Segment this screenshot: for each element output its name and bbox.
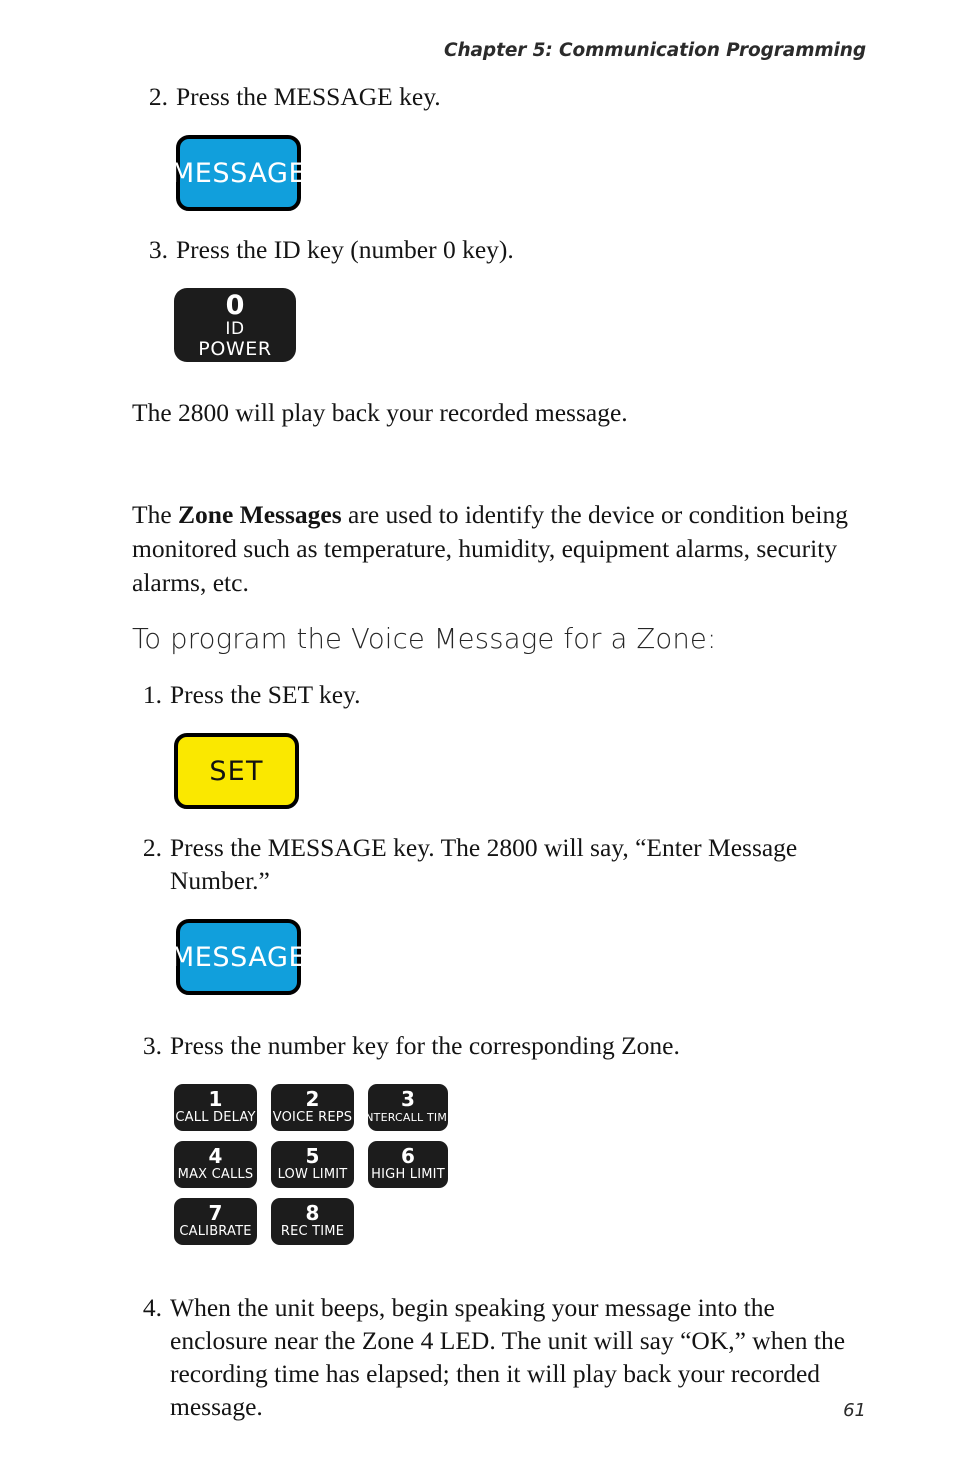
step-number: 1.	[142, 680, 162, 709]
zone-messages-term: Zone Messages	[178, 500, 342, 529]
step-number: 2.	[142, 833, 162, 862]
keypad-row: 7 CALIBRATE 8 REC TIME	[174, 1198, 872, 1245]
zero-key-label-power: POWER	[198, 337, 272, 360]
step-bottom-4: 4. When the unit beeps, begin speaking y…	[136, 1291, 872, 1423]
step-bottom-1: 1. Press the SET key.	[136, 678, 872, 711]
step-text: When the unit beeps, begin speaking your…	[170, 1293, 846, 1421]
number-key-digit: 1	[208, 1087, 223, 1111]
document-page: Chapter 5: Communication Programming 2. …	[0, 0, 954, 1475]
number-key-digit: 5	[305, 1144, 320, 1168]
step-bottom-2: 2. Press the MESSAGE key. The 2800 will …	[136, 831, 872, 897]
number-key-digit: 4	[208, 1144, 223, 1168]
page-content: 2. Press the MESSAGE key. MESSAGE 3. Pre…	[132, 80, 872, 1423]
playback-paragraph: The 2800 will play back your recorded me…	[132, 398, 628, 427]
keypad-row: 4 MAX CALLS 5 LOW LIMIT 6 HIGH LIMIT	[174, 1141, 872, 1188]
section-heading: To program the Voice Message for a Zone:	[132, 623, 717, 655]
number-key-digit: 2	[305, 1087, 320, 1111]
zone-messages-paragraph: The Zone Messages are used to identify t…	[132, 498, 872, 600]
number-key-label: MAX CALLS	[177, 1167, 254, 1182]
step-text: Press the ID key (number 0 key).	[176, 235, 514, 264]
set-key[interactable]: SET	[174, 733, 299, 809]
step-text: Press the MESSAGE key.	[176, 82, 441, 111]
step-number: 3.	[148, 235, 168, 264]
number-key-digit: 6	[401, 1144, 415, 1168]
number-key-digit: 3	[401, 1087, 415, 1111]
message-key-label: MESSAGE	[170, 941, 307, 973]
message-key-row-2: MESSAGE	[132, 919, 872, 995]
number-key-1[interactable]: 1 CALL DELAY	[174, 1084, 257, 1131]
number-key-label: CALIBRATE	[179, 1224, 252, 1239]
zero-key-label-id: ID	[225, 318, 245, 339]
number-key-3[interactable]: 3 INTERCALL TIME	[362, 1084, 454, 1131]
step-number: 2.	[148, 82, 168, 111]
set-key-label: SET	[209, 755, 264, 787]
step-number: 4.	[142, 1293, 162, 1322]
number-key-5[interactable]: 5 LOW LIMIT	[271, 1141, 354, 1188]
zero-key-row: 0 ID POWER	[132, 288, 872, 362]
step-top-3: 3. Press the ID key (number 0 key).	[142, 233, 872, 266]
number-key-label: HIGH LIMIT	[371, 1167, 445, 1182]
number-key-7[interactable]: 7 CALIBRATE	[174, 1198, 257, 1245]
number-key-label: REC TIME	[280, 1224, 345, 1239]
zero-key-digit: 0	[225, 289, 245, 321]
number-key-8[interactable]: 8 REC TIME	[271, 1198, 354, 1245]
number-key-4[interactable]: 4 MAX CALLS	[174, 1141, 257, 1188]
message-key[interactable]: MESSAGE	[171, 135, 306, 211]
step-number: 3.	[142, 1031, 162, 1060]
number-key-digit: 7	[208, 1201, 223, 1225]
message-key-label: MESSAGE	[170, 157, 307, 189]
number-key-6[interactable]: 6 HIGH LIMIT	[368, 1141, 448, 1188]
number-key-label: LOW LIMIT	[277, 1167, 348, 1182]
step-text: Press the SET key.	[170, 680, 361, 709]
step-top-2: 2. Press the MESSAGE key.	[142, 80, 872, 113]
step-bottom-3: 3. Press the number key for the correspo…	[136, 1029, 872, 1062]
page-number: 61	[843, 1400, 866, 1421]
keypad-row: 1 CALL DELAY 2 VOICE REPS 3 INTERCALL TI…	[174, 1084, 872, 1131]
number-key-2[interactable]: 2 VOICE REPS	[271, 1084, 354, 1131]
message-key[interactable]: MESSAGE	[171, 919, 306, 995]
step-text: Press the MESSAGE key. The 2800 will say…	[170, 833, 798, 895]
message-key-row-1: MESSAGE	[132, 135, 872, 211]
number-key-label: CALL DELAY	[175, 1110, 256, 1125]
zone-messages-lead: The	[132, 500, 179, 529]
number-key-digit: 8	[305, 1201, 320, 1225]
set-key-row: SET	[132, 733, 872, 809]
running-header: Chapter 5: Communication Programming	[444, 40, 866, 61]
number-key-label: INTERCALL TIME	[361, 1111, 455, 1124]
number-key-label: VOICE REPS	[272, 1110, 353, 1125]
id-power-zero-key[interactable]: 0 ID POWER	[174, 288, 296, 362]
zone-number-keypad: 1 CALL DELAY 2 VOICE REPS 3 INTERCALL TI…	[132, 1084, 872, 1245]
step-text: Press the number key for the correspondi…	[170, 1031, 680, 1060]
